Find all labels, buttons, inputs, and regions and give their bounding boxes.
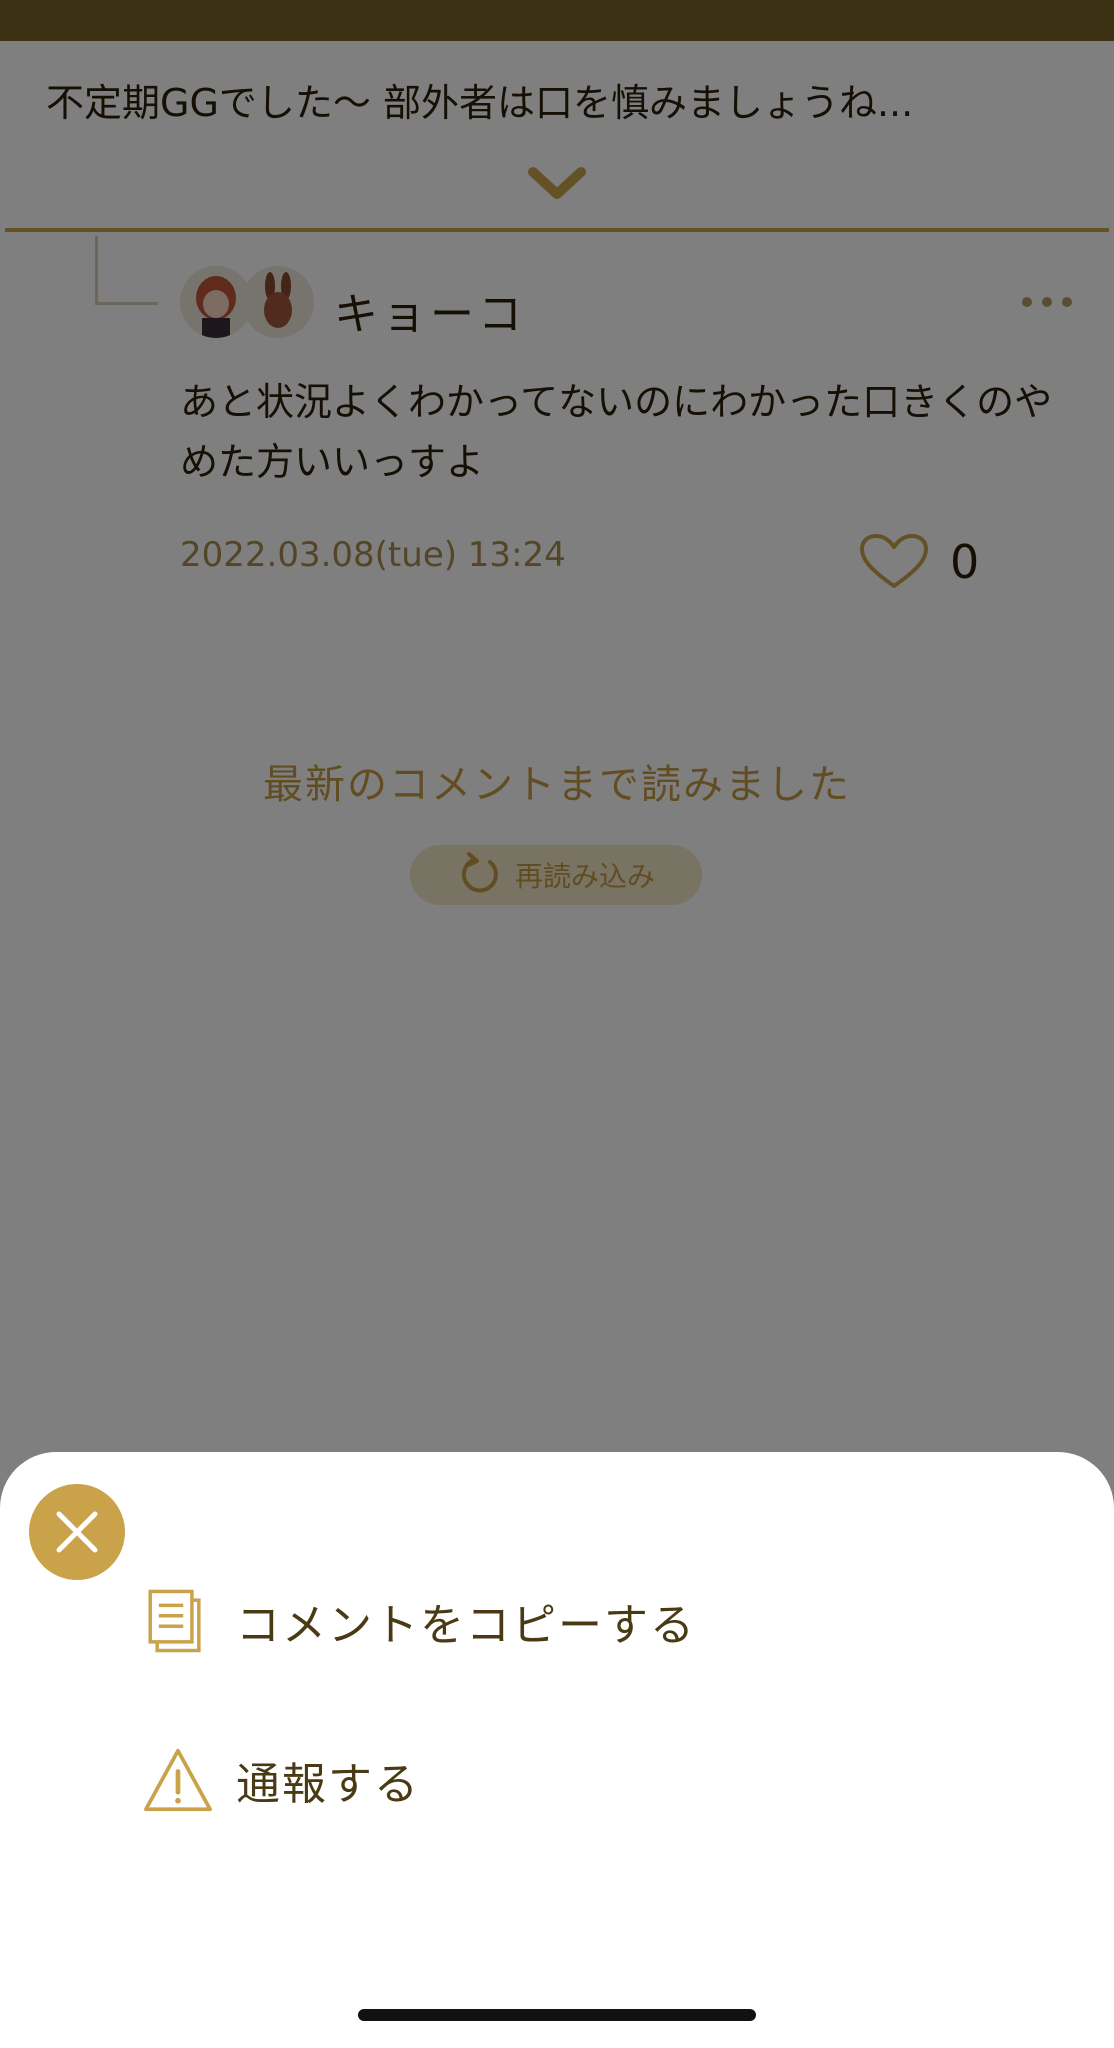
copy-document-icon <box>148 1589 201 1653</box>
home-indicator[interactable] <box>358 2009 756 2021</box>
close-icon <box>56 1511 98 1553</box>
copy-comment-label: コメントをコピーする <box>236 1600 696 1651</box>
close-button[interactable] <box>29 1484 125 1580</box>
report-label: 通報する <box>236 1759 420 1810</box>
report-menu-item[interactable]: 通報する <box>140 1735 420 1825</box>
warning-triangle-icon <box>144 1748 212 1812</box>
copy-comment-menu-item[interactable]: コメントをコピーする <box>140 1576 696 1666</box>
